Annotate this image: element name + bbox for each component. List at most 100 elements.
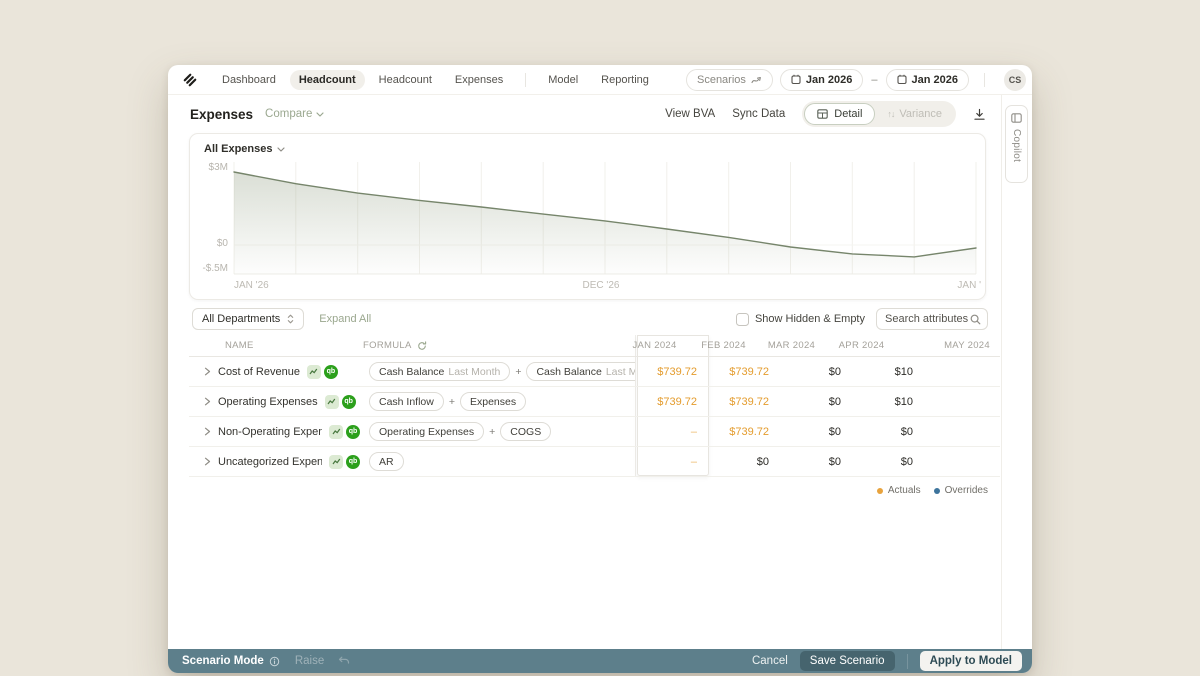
scenarios-button[interactable]: Scenarios <box>685 68 773 91</box>
value-cell[interactable]: $0 <box>779 426 851 438</box>
expenses-chart-card: All Expenses $3M $0 -$.5M JAN '26 DEC '2… <box>189 133 986 300</box>
formula-operator: + <box>515 365 522 378</box>
row-name: Non-Operating Expenses <box>218 425 322 438</box>
detail-tab[interactable]: Detail <box>804 103 876 125</box>
chart-metric-dropdown[interactable]: All Expenses <box>204 143 286 155</box>
expenses-area-chart <box>233 162 977 275</box>
page-title: Expenses <box>190 106 254 122</box>
table-row[interactable]: Cost of Revenue qb Cash Balance Last Mont… <box>189 357 1000 387</box>
row-name: Uncategorized Expenses <box>218 455 322 468</box>
search-icon <box>970 314 981 325</box>
footer-divider <box>906 653 908 669</box>
user-avatar[interactable]: CS <box>1004 68 1026 91</box>
row-name-cell: Non-Operating Expenses qb <box>189 424 360 439</box>
table-controls: All Departments Expand All Show Hidden &… <box>192 308 988 330</box>
value-cell[interactable]: $10 <box>851 396 923 408</box>
search-attributes-box <box>876 308 988 330</box>
y-axis-tick: $0 <box>216 238 228 249</box>
date-to-button[interactable]: Jan 2026 <box>885 68 969 91</box>
row-name-cell: Operating Expenses qb <box>189 394 360 409</box>
column-header-month[interactable]: MAR 2024 <box>756 340 825 351</box>
formula-pill[interactable]: Expenses <box>460 392 527 411</box>
nav-tab-reporting[interactable]: Reporting <box>592 70 658 90</box>
sync-data-button[interactable]: Sync Data <box>732 108 785 120</box>
formula-pill[interactable]: Operating Expenses <box>369 422 485 441</box>
apply-to-model-button[interactable]: Apply to Model <box>919 651 1022 671</box>
departments-filter-button[interactable]: All Departments <box>192 308 305 330</box>
scenario-mode-bar: Scenario Mode Raise Cancel Save Scenario… <box>168 649 1032 673</box>
scenario-name[interactable]: Raise <box>295 655 324 667</box>
formula-operator: + <box>448 395 455 408</box>
chevron-down-icon <box>277 146 286 152</box>
table-row[interactable]: Uncategorized Expenses qb AR–$0$0$0 <box>189 447 1000 477</box>
page-header: Expenses Compare View BVA Sync Data Deta… <box>190 101 986 127</box>
value-cell[interactable]: $0 <box>779 396 851 408</box>
table-rows: Cost of Revenue qb Cash Balance Last Mont… <box>189 357 1000 477</box>
copilot-tab[interactable]: Copilot <box>1005 105 1028 183</box>
info-icon[interactable] <box>269 656 280 667</box>
table-row[interactable]: Non-Operating Expenses qb Operating Expe… <box>189 417 1000 447</box>
save-scenario-button[interactable]: Save Scenario <box>799 651 895 671</box>
value-cell[interactable]: $739.72 <box>635 396 707 408</box>
show-hidden-checkbox[interactable] <box>735 312 749 326</box>
row-expand-chevron-icon[interactable] <box>204 457 211 466</box>
quickbooks-icon: qb <box>341 394 356 409</box>
date-range-separator: – <box>871 73 878 86</box>
value-cell[interactable]: $739.72 <box>707 426 779 438</box>
expand-all-button[interactable]: Expand All <box>319 313 371 325</box>
formula-pill[interactable]: Cash BalanceLast Month <box>526 362 635 381</box>
header-actions: View BVA Sync Data Detail ↑↓ Variance <box>665 101 986 127</box>
legend-actuals: Actuals <box>876 485 921 496</box>
column-header-month[interactable]: JAN 2024 <box>617 340 686 351</box>
table-icon <box>817 109 829 119</box>
value-cell[interactable]: $739.72 <box>707 366 779 378</box>
scenario-actions: Cancel Save Scenario Apply to Model <box>752 651 1022 671</box>
column-header-formula[interactable]: FORMULA <box>354 340 617 351</box>
nav-right-cluster: Scenarios Jan 2026 – Jan 2026 CS <box>685 68 1026 91</box>
value-cell[interactable]: – <box>635 426 707 438</box>
cancel-button[interactable]: Cancel <box>752 655 788 667</box>
nav-tab-headcount[interactable]: Headcount <box>370 70 441 90</box>
quickbooks-icon: qb <box>346 424 360 439</box>
value-cell[interactable]: $0 <box>707 456 779 468</box>
nav-tab-model[interactable]: Model <box>539 70 587 90</box>
variance-tab[interactable]: ↑↓ Variance <box>875 108 954 120</box>
undo-icon[interactable] <box>338 656 350 666</box>
expenses-table: NAME FORMULA JAN 2024 FEB 2024 MAR 2024 … <box>189 335 1000 496</box>
value-cell[interactable]: $10 <box>851 366 923 378</box>
compare-dropdown[interactable]: Compare <box>265 108 324 120</box>
table-controls-right: Show Hidden & Empty <box>735 308 988 330</box>
value-cell[interactable]: $0 <box>851 456 923 468</box>
formula-pill[interactable]: COGS <box>500 422 552 441</box>
value-cell[interactable]: – <box>635 456 707 468</box>
row-expand-chevron-icon[interactable] <box>204 367 211 376</box>
calendar-icon <box>791 74 801 85</box>
value-cell[interactable]: $0 <box>851 426 923 438</box>
nav-divider <box>525 72 527 87</box>
row-expand-chevron-icon[interactable] <box>204 397 211 406</box>
app-logo-icon[interactable] <box>182 72 198 88</box>
right-panel-strip: Copilot <box>1001 95 1032 649</box>
show-hidden-toggle[interactable]: Show Hidden & Empty <box>735 312 865 326</box>
search-attributes-input[interactable] <box>877 309 969 329</box>
column-header-month[interactable]: MAY 2024 <box>894 340 1000 351</box>
value-cell[interactable]: $739.72 <box>707 396 779 408</box>
column-header-month[interactable]: FEB 2024 <box>687 340 756 351</box>
view-bva-button[interactable]: View BVA <box>665 108 715 120</box>
column-header-name[interactable]: NAME <box>189 340 354 351</box>
nav-tab-headcount-active[interactable]: Headcount <box>289 69 365 90</box>
table-row[interactable]: Operating Expenses qb Cash Inflow + Expens… <box>189 387 1000 417</box>
download-icon[interactable] <box>973 108 986 121</box>
row-source-badges: qb <box>329 454 360 469</box>
column-header-month[interactable]: APR 2024 <box>825 340 894 351</box>
value-cell[interactable]: $739.72 <box>635 366 707 378</box>
value-cell[interactable]: $0 <box>779 366 851 378</box>
nav-tab-dashboard[interactable]: Dashboard <box>213 70 285 90</box>
date-from-button[interactable]: Jan 2026 <box>779 68 864 91</box>
nav-tab-expenses[interactable]: Expenses <box>446 70 512 90</box>
value-cell[interactable]: $0 <box>779 456 851 468</box>
formula-pill[interactable]: AR <box>369 452 404 471</box>
formula-pill[interactable]: Cash BalanceLast Month <box>369 362 511 381</box>
row-expand-chevron-icon[interactable] <box>204 427 211 436</box>
formula-pill[interactable]: Cash Inflow <box>369 392 444 411</box>
